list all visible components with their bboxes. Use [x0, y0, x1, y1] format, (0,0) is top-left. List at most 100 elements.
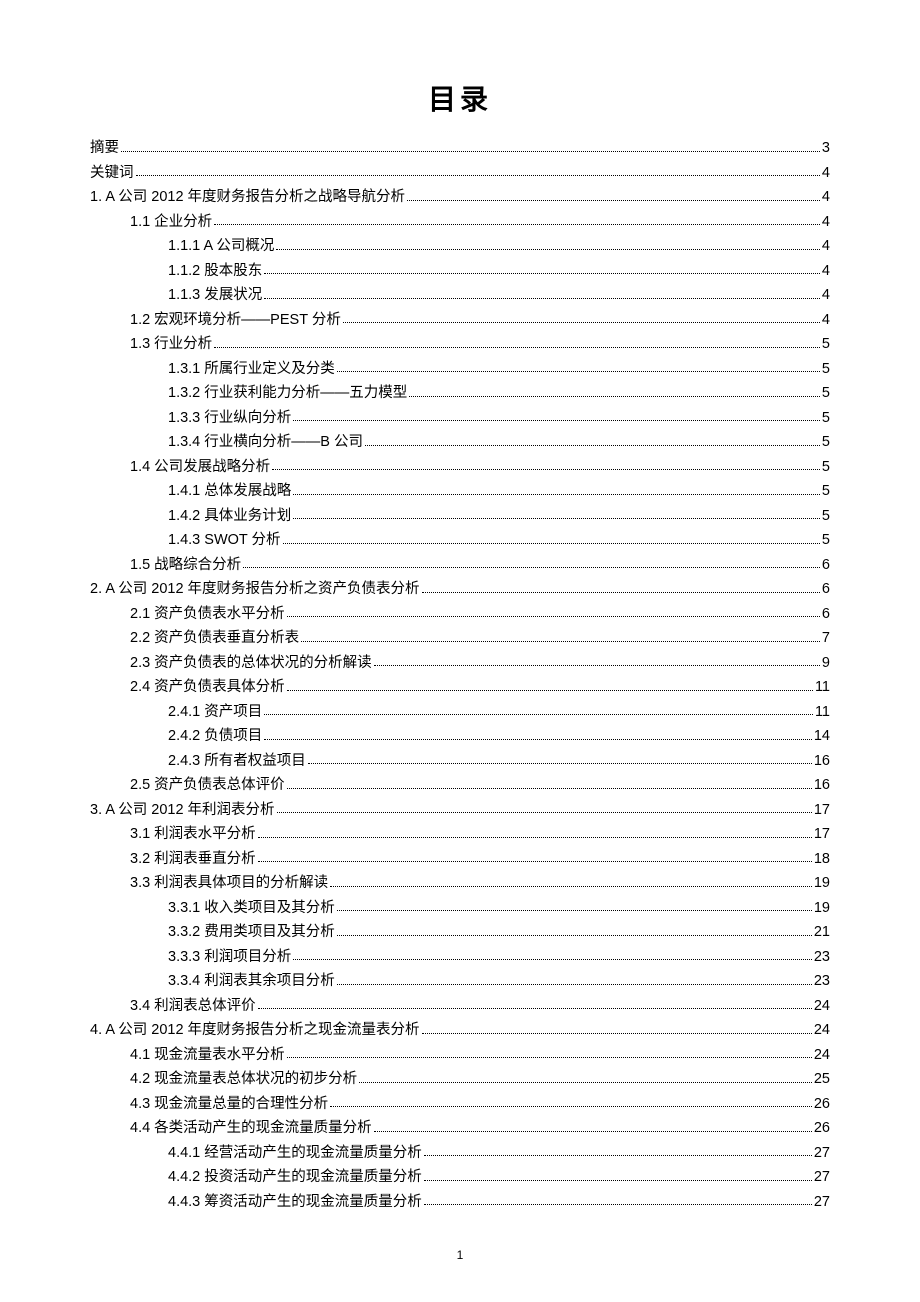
toc-entry[interactable]: 2. A 公司 2012 年度财务报告分析之资产负债表分析6: [90, 577, 830, 602]
toc-entry[interactable]: 3.1 利润表水平分析17: [90, 822, 830, 847]
toc-entry[interactable]: 1.4.3 SWOT 分析5: [90, 528, 830, 553]
toc-entry-page: 7: [822, 631, 830, 646]
toc-entry[interactable]: 4.1 现金流量表水平分析24: [90, 1043, 830, 1068]
toc-entry-label: 2.4 资产负债表具体分析: [130, 680, 285, 695]
toc-entry-label: 4.4.3 筹资活动产生的现金流量质量分析: [168, 1195, 422, 1210]
toc-entry[interactable]: 4.3 现金流量总量的合理性分析26: [90, 1092, 830, 1117]
toc-leader-dots: [424, 1179, 812, 1181]
toc-leader-dots: [365, 444, 820, 446]
toc-entry-page: 5: [822, 460, 830, 475]
toc-entry-page: 24: [814, 999, 830, 1014]
toc-leader-dots: [258, 836, 812, 838]
toc-entry[interactable]: 3.2 利润表垂直分析18: [90, 847, 830, 872]
toc-entry[interactable]: 4.4.1 经营活动产生的现金流量质量分析27: [90, 1141, 830, 1166]
toc-entry[interactable]: 1.1 企业分析4: [90, 210, 830, 235]
toc-entry[interactable]: 3. A 公司 2012 年利润表分析17: [90, 798, 830, 823]
toc-entry[interactable]: 1.2 宏观环境分析——PEST 分析 4: [90, 308, 830, 333]
toc-entry-page: 4: [822, 264, 830, 279]
toc-leader-dots: [277, 811, 812, 813]
toc-entry-page: 23: [814, 974, 830, 989]
toc-entry-label: 3.1 利润表水平分析: [130, 827, 256, 842]
toc-entry[interactable]: 1.1.3 发展状况4: [90, 283, 830, 308]
toc-entry-page: 27: [814, 1170, 830, 1185]
toc-entry[interactable]: 3.3.2 费用类项目及其分析21: [90, 920, 830, 945]
toc-entry[interactable]: 2.4.3 所有者权益项目16: [90, 749, 830, 774]
toc-entry-label: 1.3.4 行业横向分析——B 公司: [168, 435, 363, 450]
toc-entry[interactable]: 1. A 公司 2012 年度财务报告分析之战略导航分析4: [90, 185, 830, 210]
toc-leader-dots: [136, 174, 820, 176]
toc-leader-dots: [374, 664, 820, 666]
toc-entry-page: 4: [822, 288, 830, 303]
toc-entry[interactable]: 2.1 资产负债表水平分析6: [90, 602, 830, 627]
toc-entry[interactable]: 2.5 资产负债表总体评价16: [90, 773, 830, 798]
toc-entry[interactable]: 2.2 资产负债表垂直分析表7: [90, 626, 830, 651]
toc-entry-label: 2.4.2 负债项目: [168, 729, 262, 744]
toc-entry-label: 2. A 公司 2012 年度财务报告分析之资产负债表分析: [90, 582, 420, 597]
toc-entry-page: 16: [814, 754, 830, 769]
toc-entry[interactable]: 2.4.1 资产项目 11: [90, 700, 830, 725]
toc-entry-page: 3: [822, 141, 830, 156]
toc-entry-label: 1.4 公司发展战略分析: [130, 460, 270, 475]
toc-leader-dots: [287, 615, 820, 617]
toc-entry[interactable]: 摘要3: [90, 136, 830, 161]
toc-entry[interactable]: 3.4 利润表总体评价24: [90, 994, 830, 1019]
toc-entry-page: 25: [814, 1072, 830, 1087]
toc-entry[interactable]: 3.3 利润表具体项目的分析解读19: [90, 871, 830, 896]
toc-leader-dots: [293, 958, 812, 960]
toc-entry[interactable]: 4.4.3 筹资活动产生的现金流量质量分析27: [90, 1190, 830, 1215]
toc-entry[interactable]: 1.3.3 行业纵向分析5: [90, 406, 830, 431]
toc-entry[interactable]: 1.3.2 行业获利能力分析——五力模型5: [90, 381, 830, 406]
toc-entry[interactable]: 1.3.1 所属行业定义及分类5: [90, 357, 830, 382]
toc-leader-dots: [337, 983, 812, 985]
toc-list: 摘要3关键词41. A 公司 2012 年度财务报告分析之战略导航分析41.1 …: [90, 136, 830, 1214]
toc-leader-dots: [287, 787, 812, 789]
toc-entry[interactable]: 1.4 公司发展战略分析 5: [90, 455, 830, 480]
toc-entry-label: 4.3 现金流量总量的合理性分析: [130, 1097, 328, 1112]
toc-entry-label: 1.2 宏观环境分析——PEST 分析: [130, 313, 341, 328]
toc-entry[interactable]: 关键词4: [90, 161, 830, 186]
toc-entry[interactable]: 1.1.2 股本股东 4: [90, 259, 830, 284]
toc-entry[interactable]: 4. A 公司 2012 年度财务报告分析之现金流量表分析24: [90, 1018, 830, 1043]
toc-entry[interactable]: 1.4.1 总体发展战略5: [90, 479, 830, 504]
toc-leader-dots: [407, 199, 820, 201]
toc-leader-dots: [337, 934, 812, 936]
toc-leader-dots: [293, 493, 820, 495]
toc-entry[interactable]: 3.3.4 利润表其余项目分析23: [90, 969, 830, 994]
toc-entry-page: 24: [814, 1048, 830, 1063]
toc-entry[interactable]: 4.2 现金流量表总体状况的初步分析25: [90, 1067, 830, 1092]
toc-leader-dots: [359, 1081, 812, 1083]
toc-entry[interactable]: 4.4 各类活动产生的现金流量质量分析 26: [90, 1116, 830, 1141]
toc-entry-label: 1.1.2 股本股东: [168, 264, 262, 279]
toc-entry[interactable]: 2.4 资产负债表具体分析11: [90, 675, 830, 700]
toc-leader-dots: [424, 1203, 812, 1205]
toc-entry-label: 3.3 利润表具体项目的分析解读: [130, 876, 328, 891]
toc-entry[interactable]: 1.3.4 行业横向分析——B 公司5: [90, 430, 830, 455]
toc-entry[interactable]: 3.3.3 利润项目分析23: [90, 945, 830, 970]
toc-entry[interactable]: 1.5 战略综合分析6: [90, 553, 830, 578]
toc-entry-label: 4.4 各类活动产生的现金流量质量分析: [130, 1121, 372, 1136]
toc-leader-dots: [337, 909, 812, 911]
toc-entry-label: 1.3.1 所属行业定义及分类: [168, 362, 335, 377]
toc-entry-page: 23: [814, 950, 830, 965]
toc-entry-label: 2.4.1 资产项目: [168, 705, 262, 720]
toc-entry-page: 26: [814, 1121, 830, 1136]
toc-entry[interactable]: 2.3 资产负债表的总体状况的分析解读9: [90, 651, 830, 676]
toc-entry-page: 4: [822, 215, 830, 230]
toc-entry-page: 4: [822, 239, 830, 254]
toc-leader-dots: [330, 1105, 812, 1107]
toc-entry[interactable]: 2.4.2 负债项目 14: [90, 724, 830, 749]
toc-leader-dots: [330, 885, 812, 887]
toc-leader-dots: [293, 517, 820, 519]
toc-entry-page: 11: [815, 705, 830, 720]
toc-entry[interactable]: 1.3 行业分析5: [90, 332, 830, 357]
toc-entry[interactable]: 4.4.2 投资活动产生的现金流量质量分析27: [90, 1165, 830, 1190]
toc-entry-page: 14: [814, 729, 830, 744]
toc-leader-dots: [287, 689, 813, 691]
toc-entry[interactable]: 1.1.1 A 公司概况4: [90, 234, 830, 259]
toc-entry-page: 21: [814, 925, 830, 940]
toc-entry[interactable]: 3.3.1 收入类项目及其分析19: [90, 896, 830, 921]
toc-entry-page: 16: [814, 778, 830, 793]
toc-entry-page: 4: [822, 313, 830, 328]
toc-entry-page: 5: [822, 337, 830, 352]
toc-entry[interactable]: 1.4.2 具体业务计划5: [90, 504, 830, 529]
